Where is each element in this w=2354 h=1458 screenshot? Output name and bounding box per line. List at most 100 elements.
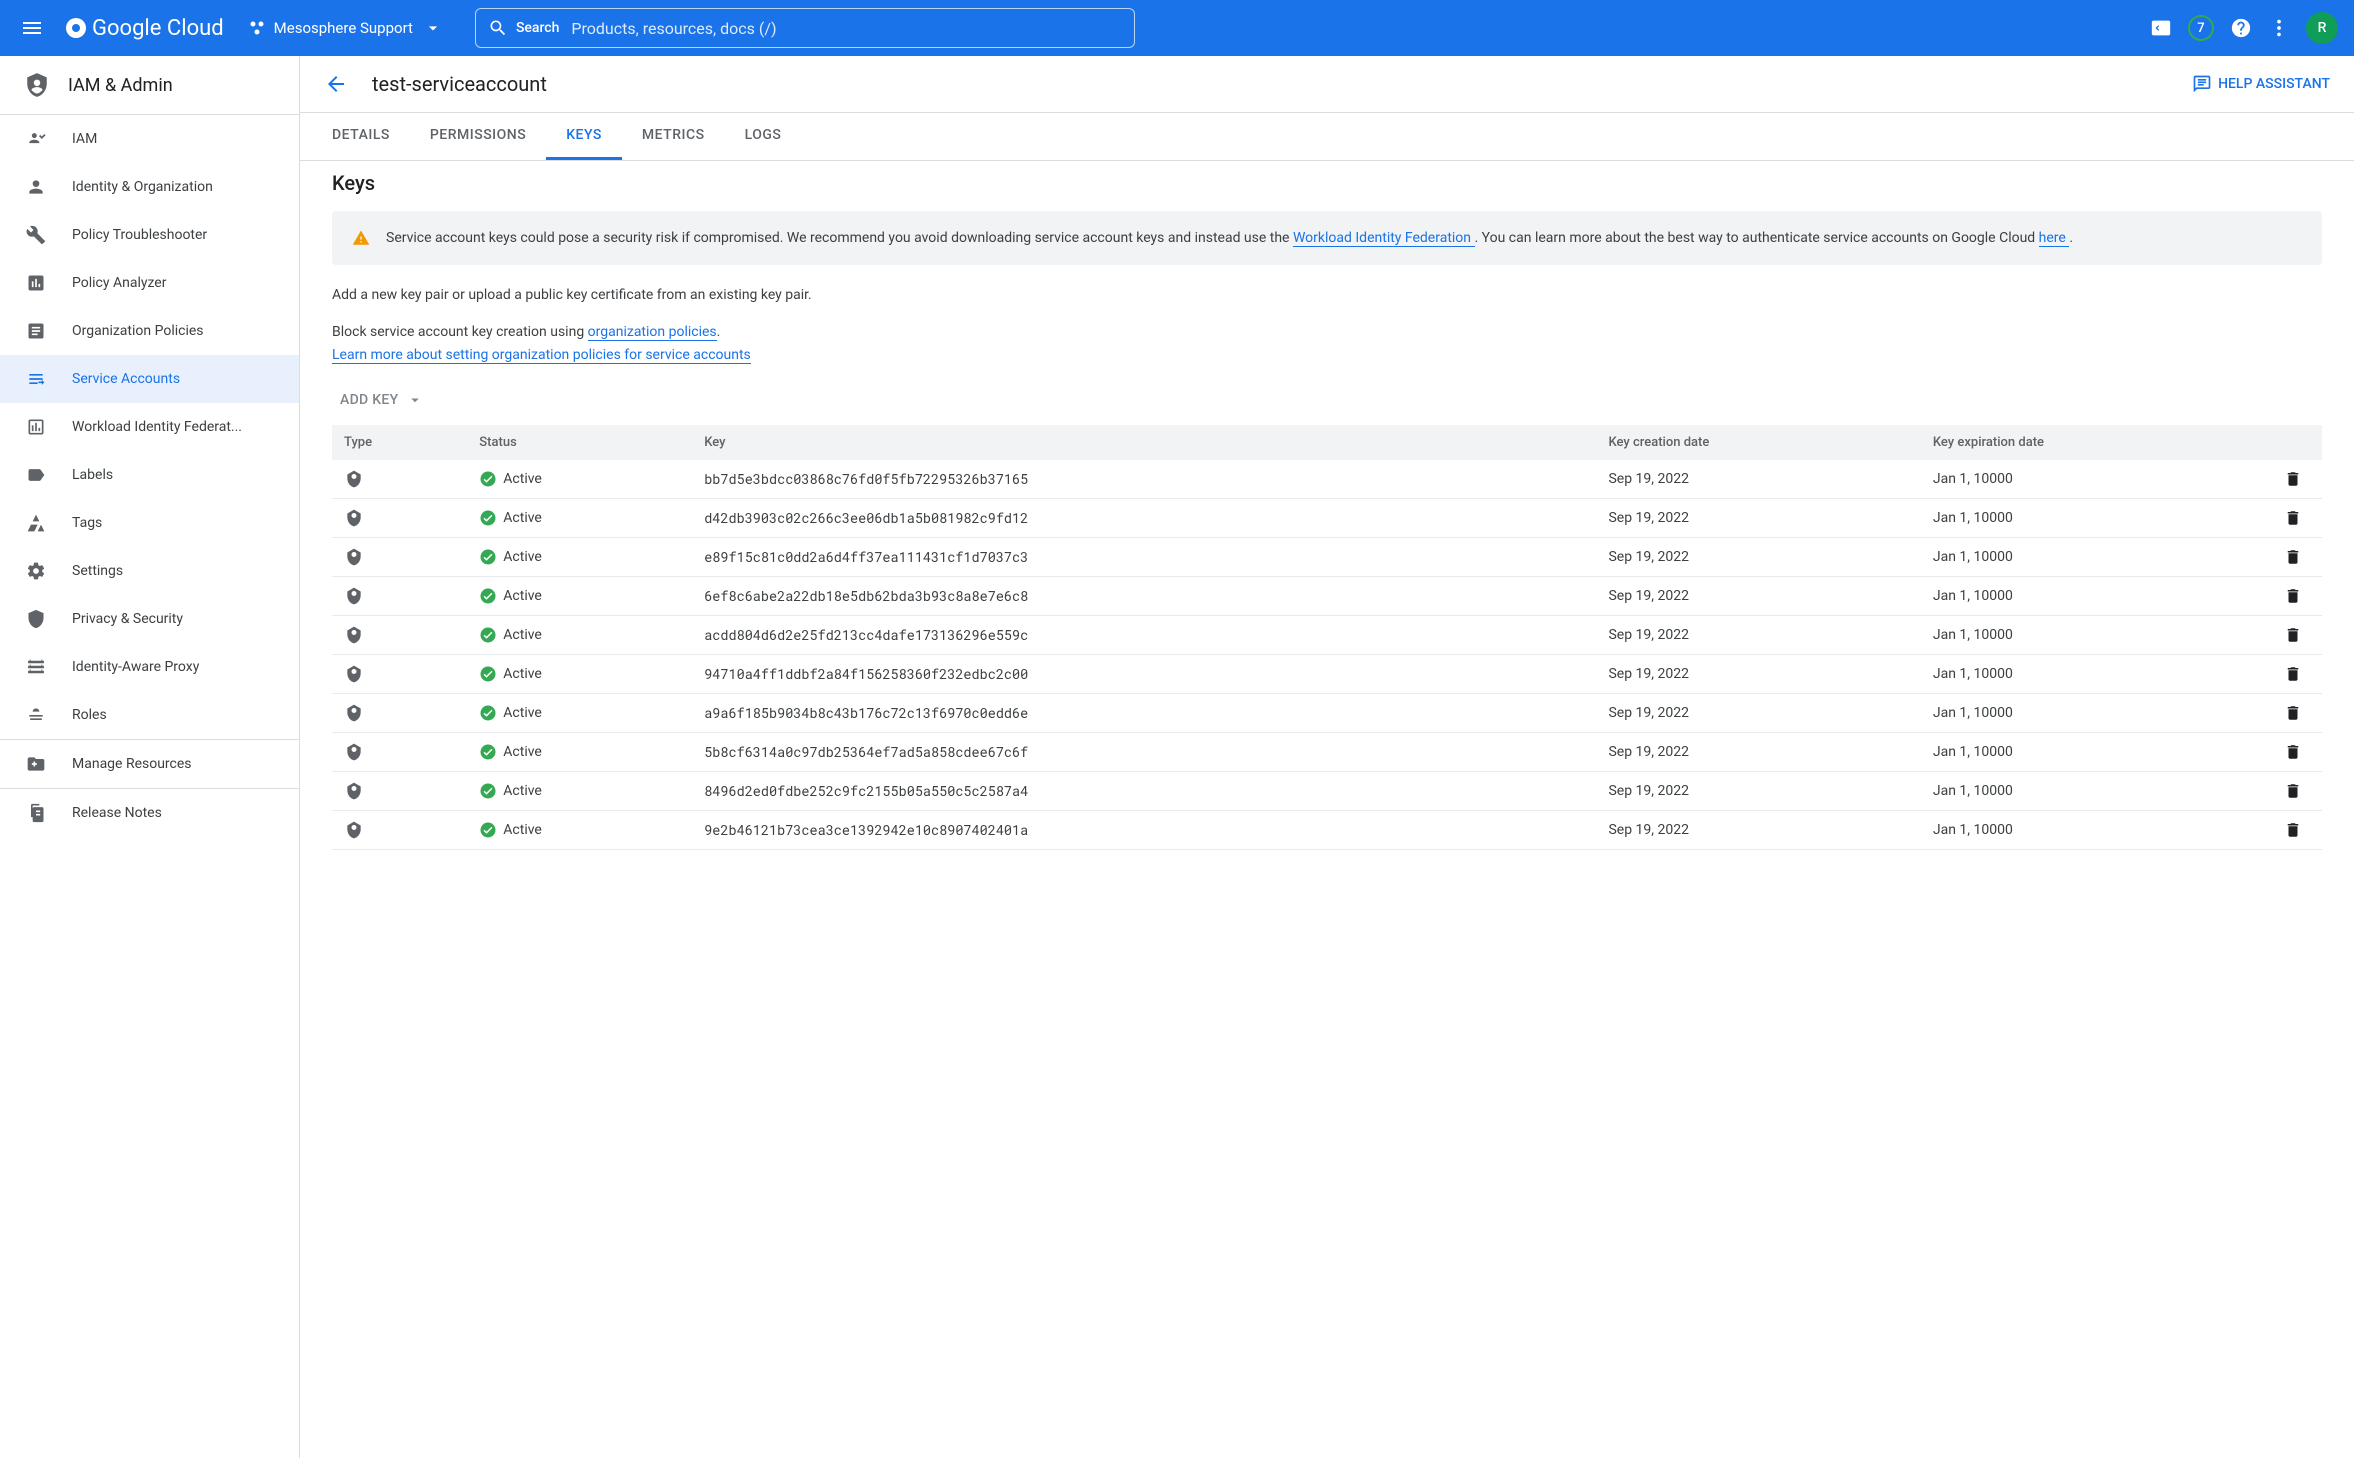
- org-policies-link[interactable]: organization policies: [588, 324, 717, 341]
- status-label: Active: [503, 705, 542, 721]
- sidebar-item-organization-policies[interactable]: Organization Policies: [0, 307, 299, 355]
- sidebar-item-identity-aware-proxy[interactable]: Identity-Aware Proxy: [0, 643, 299, 691]
- status-check-icon: [479, 665, 497, 683]
- sidebar-item-policy-troubleshooter[interactable]: Policy Troubleshooter: [0, 211, 299, 259]
- key-expires-date: Jan 1, 10000: [1921, 811, 2272, 850]
- learn-org-policies-link[interactable]: Learn more about setting organization po…: [332, 347, 751, 364]
- col-type: Type: [332, 425, 467, 460]
- key-fingerprint: acdd804d6d2e25fd213cc4dafe173136296e559c: [692, 616, 1596, 655]
- user-avatar[interactable]: R: [2306, 12, 2338, 44]
- key-expires-date: Jan 1, 10000: [1921, 577, 2272, 616]
- page-title: test-serviceaccount: [372, 72, 547, 96]
- sidebar-item-workload-identity-federat-[interactable]: Workload Identity Federat...: [0, 403, 299, 451]
- status-label: Active: [503, 627, 542, 643]
- delete-key-button[interactable]: [2284, 548, 2310, 566]
- key-expires-date: Jan 1, 10000: [1921, 460, 2272, 499]
- delete-key-button[interactable]: [2284, 782, 2310, 800]
- sidebar-item-label: Service Accounts: [72, 371, 180, 387]
- sidebar-icon: [24, 561, 48, 581]
- key-type-icon: [344, 703, 455, 723]
- add-key-label: ADD KEY: [340, 392, 398, 408]
- search-label: Search: [516, 20, 559, 36]
- delete-key-button[interactable]: [2284, 743, 2310, 761]
- delete-key-button[interactable]: [2284, 587, 2310, 605]
- status-check-icon: [479, 821, 497, 839]
- project-icon: [248, 19, 266, 37]
- key-type-icon: [344, 664, 455, 684]
- sidebar-item-manage-resources[interactable]: Manage Resources: [0, 740, 299, 788]
- more-vert-icon: [2268, 17, 2290, 39]
- project-picker[interactable]: Mesosphere Support: [232, 18, 459, 38]
- delete-key-button[interactable]: [2284, 509, 2310, 527]
- sidebar-item-policy-analyzer[interactable]: Policy Analyzer: [0, 259, 299, 307]
- workload-federation-link[interactable]: Workload Identity Federation: [1293, 230, 1475, 247]
- topbar: Google Cloud Mesosphere Support Search P…: [0, 0, 2354, 56]
- status-check-icon: [479, 587, 497, 605]
- sidebar-item-tags[interactable]: Tags: [0, 499, 299, 547]
- help-assistant-label: HELP ASSISTANT: [2218, 76, 2330, 92]
- delete-key-button[interactable]: [2284, 704, 2310, 722]
- status-check-icon: [479, 704, 497, 722]
- sidebar-item-privacy-security[interactable]: Privacy & Security: [0, 595, 299, 643]
- sidebar-item-roles[interactable]: Roles: [0, 691, 299, 739]
- sidebar-item-label: Settings: [72, 563, 123, 579]
- learn-more-here-link[interactable]: here: [2039, 230, 2070, 247]
- sidebar-item-label: Policy Troubleshooter: [72, 227, 207, 243]
- sidebar-icon: [24, 273, 48, 293]
- dropdown-arrow-icon: [406, 391, 424, 409]
- search-input[interactable]: Search Products, resources, docs (/): [475, 8, 1135, 48]
- col-status: Status: [467, 425, 692, 460]
- dropdown-icon: [423, 18, 443, 38]
- sidebar-item-identity-organization[interactable]: Identity & Organization: [0, 163, 299, 211]
- sidebar-item-service-accounts[interactable]: Service Accounts: [0, 355, 299, 403]
- table-row: Active acdd804d6d2e25fd213cc4dafe17313629…: [332, 616, 2322, 655]
- col-created: Key creation date: [1596, 425, 1920, 460]
- sidebar-header: IAM & Admin: [0, 56, 299, 114]
- key-fingerprint: a9a6f185b9034b8c43b176c72c13f6970c0edd6e: [692, 694, 1596, 733]
- notifications-badge[interactable]: 7: [2188, 15, 2214, 41]
- delete-key-button[interactable]: [2284, 626, 2310, 644]
- page-header: test-serviceaccount HELP ASSISTANT: [300, 56, 2354, 113]
- main-content: test-serviceaccount HELP ASSISTANT DETAI…: [300, 56, 2354, 1458]
- sidebar-item-iam[interactable]: IAM: [0, 115, 299, 163]
- key-type-icon: [344, 508, 455, 528]
- help-button[interactable]: [2230, 17, 2252, 39]
- key-fingerprint: 5b8cf6314a0c97db25364ef7ad5a858cdee67c6f: [692, 733, 1596, 772]
- sidebar-item-labels[interactable]: Labels: [0, 451, 299, 499]
- key-created-date: Sep 19, 2022: [1596, 655, 1920, 694]
- arrow-back-icon: [324, 72, 348, 96]
- delete-key-button[interactable]: [2284, 821, 2310, 839]
- logo[interactable]: Google Cloud: [56, 16, 232, 41]
- more-button[interactable]: [2268, 17, 2290, 39]
- warning-icon: [352, 229, 370, 249]
- delete-key-button[interactable]: [2284, 665, 2310, 683]
- tab-details[interactable]: DETAILS: [324, 113, 410, 160]
- back-button[interactable]: [324, 72, 348, 96]
- key-created-date: Sep 19, 2022: [1596, 616, 1920, 655]
- sidebar: IAM & Admin IAMIdentity & Organization Po…: [0, 56, 300, 1458]
- sidebar-item-release-notes[interactable]: Release Notes: [0, 789, 299, 837]
- key-type-icon: [344, 781, 455, 801]
- tab-permissions[interactable]: PERMISSIONS: [410, 113, 546, 160]
- tab-metrics[interactable]: METRICS: [622, 113, 725, 160]
- add-key-button[interactable]: ADD KEY: [332, 375, 432, 425]
- status-check-icon: [479, 470, 497, 488]
- table-row: Activebb7d5e3bdcc03868c76fd0f5fb72295326…: [332, 460, 2322, 499]
- help-assistant-button[interactable]: HELP ASSISTANT: [2192, 74, 2330, 94]
- tab-keys[interactable]: KEYS: [546, 113, 622, 160]
- delete-key-button[interactable]: [2284, 470, 2310, 488]
- key-type-icon: [344, 625, 455, 645]
- sidebar-icon: [24, 417, 48, 437]
- sidebar-item-settings[interactable]: Settings: [0, 547, 299, 595]
- key-expires-date: Jan 1, 10000: [1921, 538, 2272, 577]
- key-expires-date: Jan 1, 10000: [1921, 772, 2272, 811]
- cloud-shell-button[interactable]: [2150, 17, 2172, 39]
- menu-button[interactable]: [8, 4, 56, 52]
- status-label: Active: [503, 510, 542, 526]
- status-check-icon: [479, 509, 497, 527]
- status-label: Active: [503, 666, 542, 682]
- tab-logs[interactable]: LOGS: [725, 113, 802, 160]
- sidebar-item-label: Manage Resources: [72, 756, 192, 772]
- table-row: Active8496d2ed0fdbe252c9fc2155b05a550c5c…: [332, 772, 2322, 811]
- keys-table: Type Status Key Key creation date Key ex…: [332, 425, 2322, 850]
